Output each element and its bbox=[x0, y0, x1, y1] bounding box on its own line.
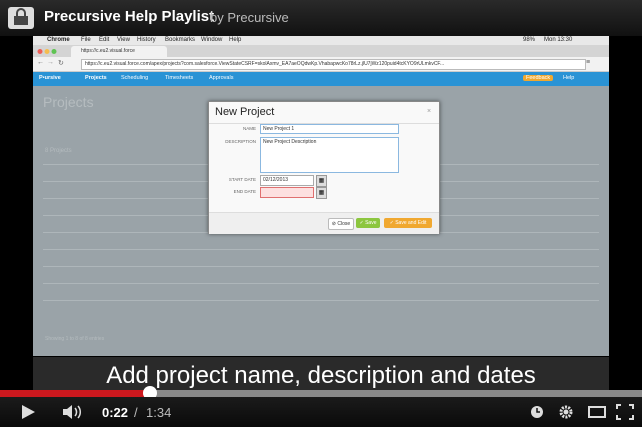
menu-window: Window bbox=[201, 37, 223, 43]
check-icon: ✓ bbox=[359, 220, 364, 226]
save-edit-button-label: Save and Edit bbox=[395, 220, 427, 226]
channel-name[interactable]: by Precursive bbox=[210, 10, 289, 25]
menu-icon[interactable]: ≡ bbox=[586, 59, 590, 66]
table-footer: Showing 1 to 8 of 8 entries bbox=[45, 336, 105, 342]
nav-scheduling[interactable]: Scheduling bbox=[121, 75, 148, 81]
forward-icon[interactable]: → bbox=[47, 59, 54, 66]
save-and-edit-button[interactable]: ✓ Save and Edit bbox=[384, 218, 432, 228]
menu-help: Help bbox=[229, 37, 242, 43]
nav-timesheets[interactable]: Timesheets bbox=[165, 75, 193, 81]
watch-later-icon[interactable] bbox=[530, 405, 544, 419]
nav-approvals[interactable]: Approvals bbox=[209, 75, 233, 81]
menu-view: View bbox=[117, 37, 130, 43]
table-row bbox=[43, 300, 599, 301]
description-label: DESCRIPTION bbox=[225, 139, 256, 144]
check-icon: ✓ bbox=[389, 220, 394, 226]
play-icon[interactable] bbox=[20, 404, 36, 420]
url-input[interactable]: https://c.eu2.visual.force.com/apex/proj… bbox=[81, 59, 586, 70]
video-title[interactable]: Precursive Help Playlist bbox=[44, 8, 214, 25]
channel-avatar-icon[interactable] bbox=[8, 7, 34, 29]
current-time: 0:22 bbox=[102, 405, 129, 420]
player-controls bbox=[0, 397, 642, 427]
end-date-label: END DATE bbox=[233, 189, 256, 194]
battery-percent: 98% bbox=[523, 37, 536, 43]
browser-tabstrip: https://c.eu2.visual.force bbox=[33, 45, 609, 57]
modal-title: New Project bbox=[215, 106, 275, 118]
calendar-icon[interactable]: ▦ bbox=[316, 187, 327, 199]
project-count: 8 Projects bbox=[45, 148, 72, 154]
table-row bbox=[43, 283, 599, 284]
close-button[interactable]: ⊘ Close bbox=[328, 218, 354, 230]
menu-chrome: Chrome bbox=[47, 37, 70, 43]
clock: Mon 13:30 bbox=[544, 37, 573, 43]
help-link[interactable]: Help bbox=[563, 75, 574, 81]
browser-tab[interactable]: https://c.eu2.visual.force bbox=[71, 46, 167, 57]
description-textarea[interactable]: New Project Description bbox=[260, 137, 399, 173]
menu-history: History bbox=[137, 37, 156, 43]
nav-projects[interactable]: Projects bbox=[85, 75, 107, 81]
start-date-label: START DATE bbox=[228, 177, 256, 182]
duration: 1:34 bbox=[146, 405, 172, 420]
save-button[interactable]: ✓ Save bbox=[356, 218, 380, 228]
save-button-label: Save bbox=[365, 220, 377, 226]
settings-gear-icon[interactable] bbox=[558, 404, 574, 420]
close-button-label: Close bbox=[337, 221, 351, 227]
browser-toolbar: ← → ↻ https://c.eu2.visual.force.com/ape… bbox=[33, 57, 609, 72]
back-icon[interactable]: ← bbox=[37, 59, 44, 66]
theater-mode-icon[interactable] bbox=[588, 405, 606, 419]
progress-buffered bbox=[150, 390, 642, 397]
ban-icon: ⊘ bbox=[331, 221, 336, 227]
end-date-input[interactable] bbox=[260, 187, 314, 198]
macos-menubar: Chrome File Edit View History Bookmarks … bbox=[33, 36, 609, 45]
fullscreen-icon[interactable] bbox=[616, 404, 634, 420]
new-project-modal: New Project × NAME New Project 1 DESCRIP… bbox=[208, 101, 440, 234]
feedback-button[interactable]: Feedback bbox=[523, 75, 554, 81]
time-separator: / bbox=[134, 405, 138, 420]
table-row bbox=[43, 266, 599, 267]
app-navbar: P•ursive Projects Scheduling Timesheets … bbox=[33, 72, 609, 86]
menu-file: File bbox=[81, 37, 91, 43]
menu-bookmarks: Bookmarks bbox=[165, 37, 196, 43]
reload-icon[interactable]: ↻ bbox=[58, 59, 64, 67]
progress-played bbox=[0, 390, 150, 397]
app-logo: P•ursive bbox=[39, 75, 61, 81]
video-caption: Add project name, description and dates bbox=[106, 362, 536, 389]
close-icon[interactable]: × bbox=[427, 108, 431, 115]
window-controls-icon[interactable] bbox=[37, 48, 65, 55]
volume-icon[interactable] bbox=[62, 404, 84, 420]
menu-edit: Edit bbox=[99, 37, 110, 43]
name-input[interactable]: New Project 1 bbox=[260, 124, 399, 134]
calendar-icon[interactable]: ▦ bbox=[316, 175, 327, 187]
name-label: NAME bbox=[242, 126, 256, 131]
page-title: Projects bbox=[43, 94, 94, 110]
start-date-input[interactable]: 02/12/2013 bbox=[260, 175, 314, 186]
table-row bbox=[43, 249, 599, 250]
modal-footer: ⊘ Close ✓ Save ✓ Save and Edit bbox=[209, 212, 439, 234]
